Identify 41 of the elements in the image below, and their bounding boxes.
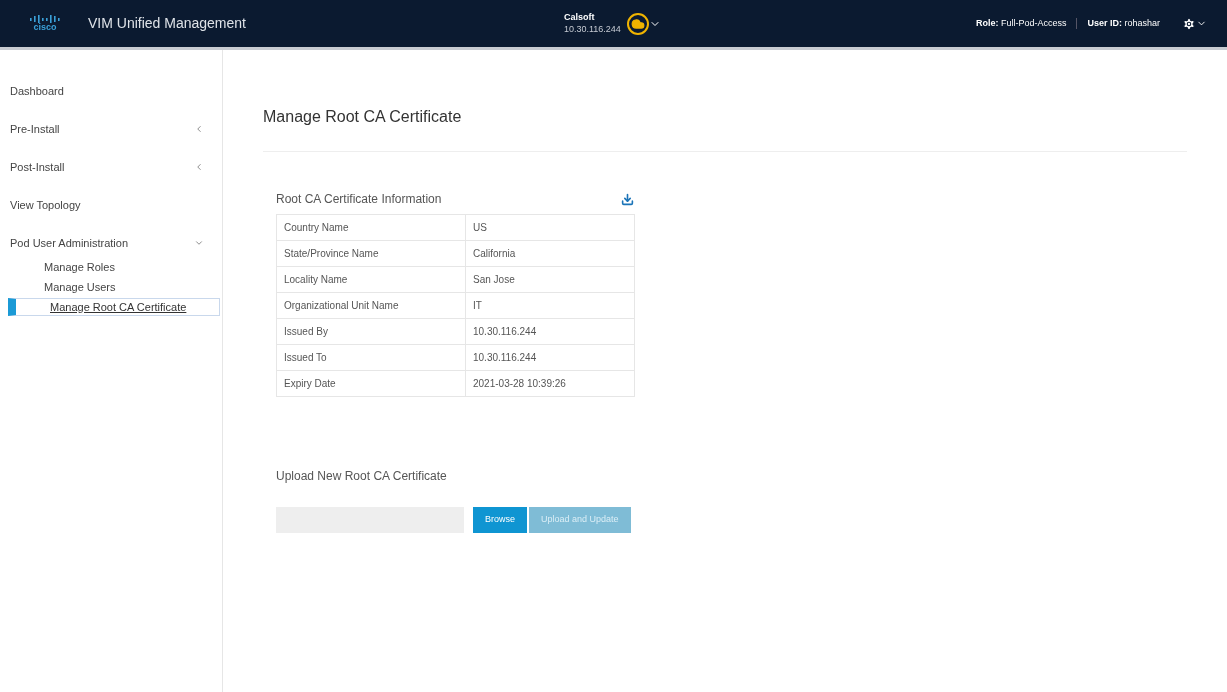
settings-menu[interactable] [1182, 16, 1207, 31]
logo: cisco [20, 15, 70, 32]
sidebar-subitem[interactable]: Manage Roles [10, 258, 222, 276]
table-cell: Organizational Unit Name [276, 292, 466, 319]
sidebar-item[interactable]: View Topology [10, 196, 222, 214]
section-title: Root CA Certificate Information [276, 191, 442, 208]
sidebar-item[interactable]: Pod User Administration [10, 234, 222, 252]
table-cell: 2021-03-28 10:39:26 [465, 370, 635, 397]
user-id-text: User ID: rohashar [1087, 16, 1160, 30]
pod-address: 10.30.116.244 [563, 23, 621, 35]
pod-selector[interactable] [626, 12, 661, 35]
table-cell: Issued To [276, 344, 466, 371]
sidebar-subitem[interactable]: Manage Root CA Certificate [8, 298, 220, 316]
section-title: Upload New Root CA Certificate [276, 468, 448, 485]
download-button[interactable] [620, 191, 635, 207]
table-cell: 10.30.116.244 [465, 318, 635, 345]
settings-icon [1182, 16, 1196, 31]
chevron-left-icon [194, 124, 204, 134]
table-cell: Country Name [276, 214, 466, 241]
table-cell: Locality Name [276, 266, 466, 293]
table-cell: California [465, 240, 635, 267]
table-cell: Expiry Date [276, 370, 466, 397]
chevron-left-icon [194, 162, 204, 172]
sidebar-item[interactable]: Dashboard [10, 82, 222, 100]
table-cell: Issued By [276, 318, 466, 345]
pod-name: Calsoft [563, 12, 596, 24]
cloud-icon [630, 16, 645, 31]
app-title: VIM Unified Management [88, 14, 246, 33]
role-text: Role: Full-Pod-Access [975, 16, 1067, 30]
download-icon [621, 192, 634, 206]
table-cell: San Jose [465, 266, 635, 293]
sidebar-subitem[interactable]: Manage Users [10, 278, 222, 296]
chevron-down-icon [194, 238, 204, 248]
sidebar-item[interactable]: Pre-Install [10, 120, 222, 138]
table-cell: State/Province Name [276, 240, 466, 267]
page-title: Manage Root CA Certificate [263, 107, 463, 127]
sidebar-item[interactable]: Post-Install [10, 158, 222, 176]
logo-bars-icon [30, 15, 60, 23]
table-cell: US [465, 214, 635, 241]
table-cell: IT [465, 292, 635, 319]
table-cell: 10.30.116.244 [465, 344, 635, 371]
